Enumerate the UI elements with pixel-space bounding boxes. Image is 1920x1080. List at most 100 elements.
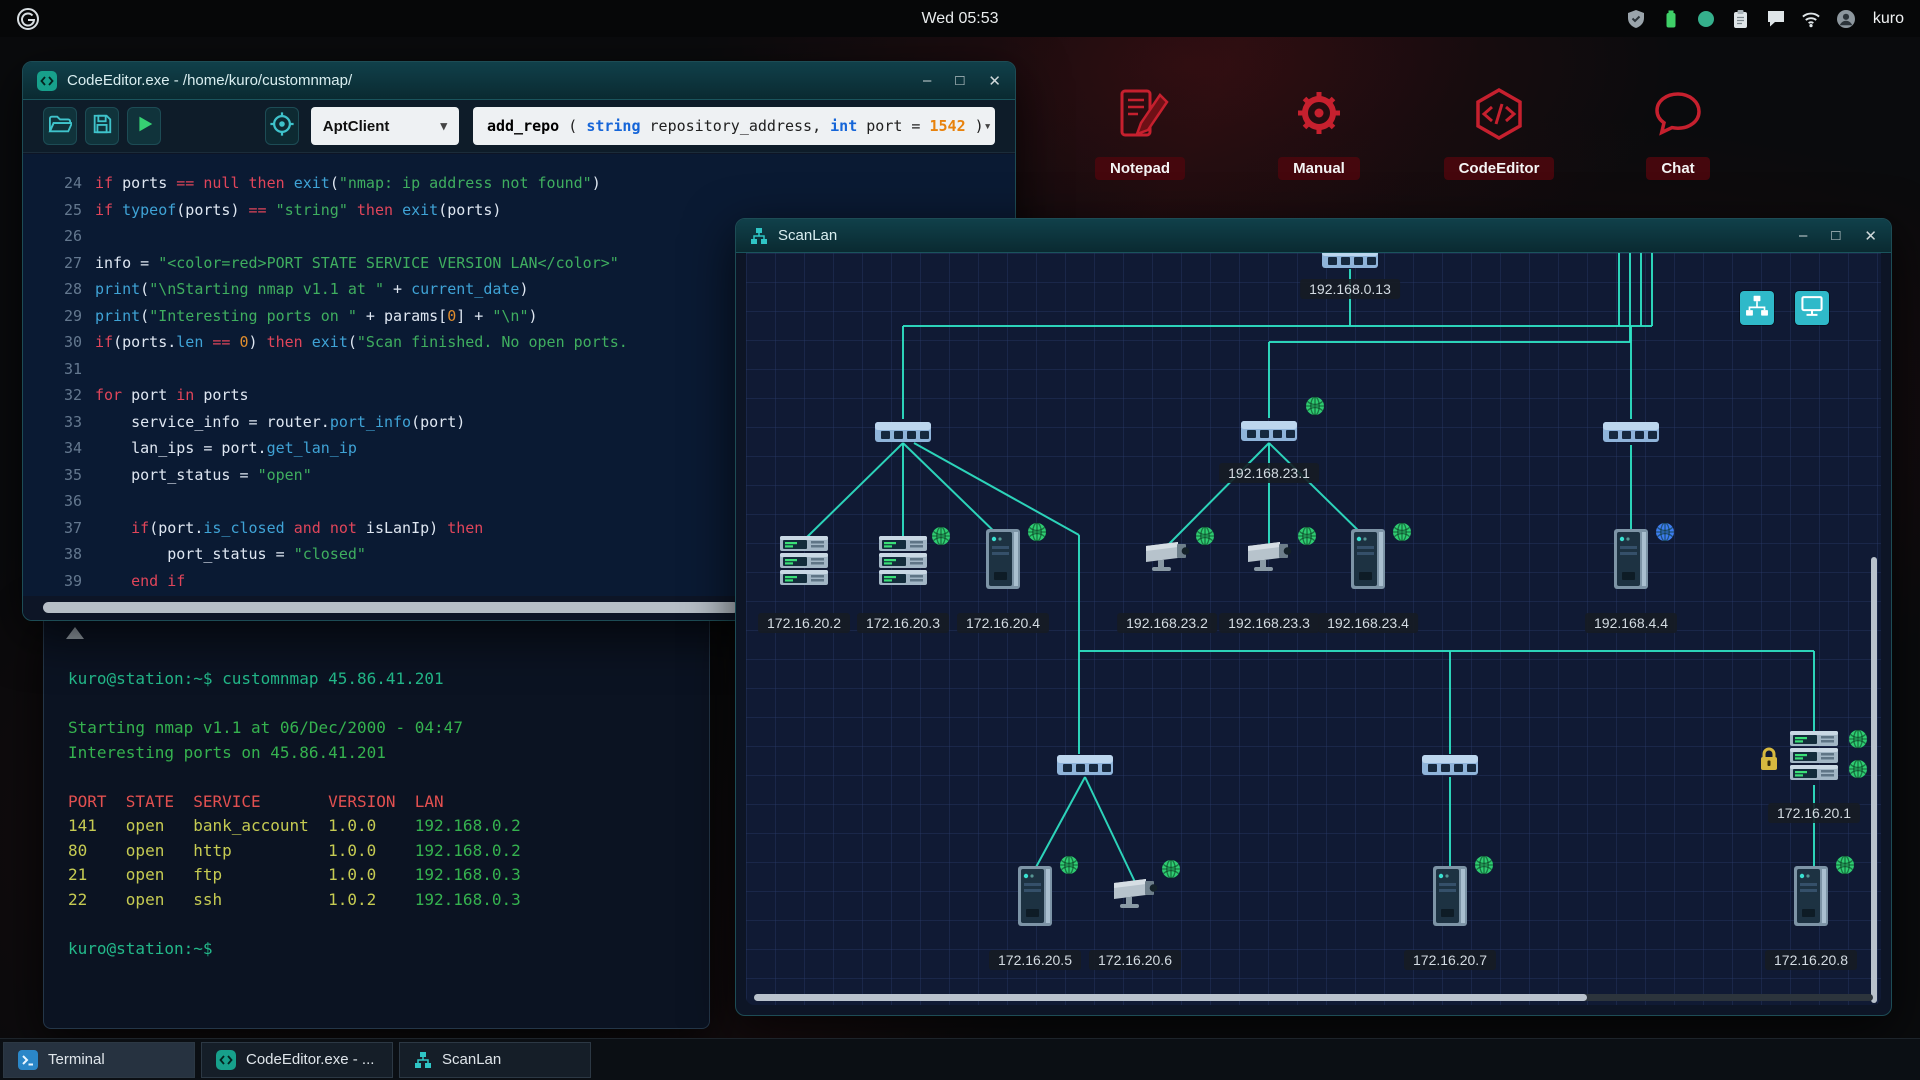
tower-device-node[interactable] xyxy=(1015,865,1055,932)
taskbar-item-label: Terminal xyxy=(48,1051,105,1068)
device-ip-label: 172.16.20.5 xyxy=(989,950,1081,970)
switch-device-node[interactable] xyxy=(874,419,932,450)
os-logo-icon xyxy=(16,7,40,31)
device-ip-label: 172.16.20.8 xyxy=(1765,950,1857,970)
device-ip-label: 192.168.23.1 xyxy=(1219,463,1319,483)
camera-device-node[interactable] xyxy=(1143,540,1191,579)
close-button[interactable]: ✕ xyxy=(1864,227,1877,245)
terminal-line xyxy=(68,692,701,717)
tower-device-node[interactable] xyxy=(1791,865,1831,932)
maximize-button[interactable]: □ xyxy=(955,72,964,90)
switch-device-node[interactable] xyxy=(1240,418,1298,449)
server-device-node[interactable] xyxy=(780,536,828,593)
tower-device-node[interactable] xyxy=(1348,528,1388,595)
terminal-line xyxy=(68,912,701,937)
minimize-button[interactable]: – xyxy=(1799,227,1807,245)
device-ip-label: 172.16.20.2 xyxy=(758,613,850,633)
desktop-icon-manual[interactable]: Manual xyxy=(1244,86,1394,180)
vertical-scrollbar-thumb[interactable] xyxy=(1871,557,1877,1003)
topology-view-button[interactable] xyxy=(1740,291,1774,325)
user-avatar-icon[interactable] xyxy=(1836,9,1856,29)
top-bar: Wed 05:53 kuro xyxy=(0,0,1920,37)
connect-target-button[interactable] xyxy=(265,107,299,145)
clipboard-icon[interactable] xyxy=(1731,9,1751,29)
manual-icon xyxy=(1283,137,1355,154)
desktop-icon-label: Notepad xyxy=(1095,157,1185,180)
tower-device-node[interactable] xyxy=(983,528,1023,595)
status-indicator-icon[interactable] xyxy=(1696,9,1716,29)
notepad-icon xyxy=(1104,137,1176,154)
taskbar-item-scanlan[interactable]: ScanLan xyxy=(399,1042,591,1078)
minimize-button[interactable]: – xyxy=(923,72,931,90)
device-ip-label: 172.16.20.1 xyxy=(1768,803,1860,823)
switch-device-node[interactable] xyxy=(1421,752,1479,783)
code-line: 24if ports == null then exit("nmap: ip a… xyxy=(23,170,1015,197)
autocomplete-hint[interactable]: add_repo ( string repository_address, in… xyxy=(473,107,995,145)
tower-device-node[interactable] xyxy=(1430,865,1470,932)
taskbar: Terminal CodeEditor.exe - ... ScanLan xyxy=(0,1038,1920,1080)
desktop-icon-notepad[interactable]: Notepad xyxy=(1065,86,1215,180)
code-editor-window-icon xyxy=(37,71,57,91)
taskbar-item-terminal[interactable]: Terminal xyxy=(3,1042,195,1078)
scrollbar-thumb[interactable] xyxy=(43,602,739,613)
device-ip-label: 192.168.4.4 xyxy=(1585,613,1677,633)
network-map[interactable]: 192.168.0.13 192.168.23.1 172.16.20.2 172.1… xyxy=(746,253,1881,1005)
chat-icon[interactable] xyxy=(1766,9,1786,29)
taskbar-item-codeeditor[interactable]: CodeEditor.exe - ... xyxy=(201,1042,393,1078)
internet-globe-icon xyxy=(1059,855,1079,875)
chat-bubble-icon xyxy=(1642,137,1714,154)
shield-icon[interactable] xyxy=(1626,9,1646,29)
terminal-output[interactable]: kuro@station:~$ customnmap 45.86.41.201 … xyxy=(68,667,701,1022)
tower-device-node[interactable] xyxy=(1611,528,1651,595)
camera-device-node[interactable] xyxy=(1245,540,1293,579)
scanlan-titlebar[interactable]: ScanLan – □ ✕ xyxy=(736,219,1891,253)
terminal-window[interactable]: kuro@station:~$ customnmap 45.86.41.201 … xyxy=(43,614,710,1029)
device-ip-label: 192.168.0.13 xyxy=(1300,279,1400,299)
crosshair-icon xyxy=(269,111,295,142)
terminal-line: 141openbank_account1.0.0192.168.0.2 xyxy=(68,814,701,839)
terminal-line: Starting nmap v1.1 at 06/Dec/2000 - 04:4… xyxy=(68,716,701,741)
device-ip-label: 172.16.20.6 xyxy=(1089,950,1181,970)
window-title: CodeEditor.exe - /home/kuro/customnmap/ xyxy=(67,72,352,89)
taskbar-item-label: ScanLan xyxy=(442,1051,501,1068)
code-editor-titlebar[interactable]: CodeEditor.exe - /home/kuro/customnmap/ … xyxy=(23,62,1015,100)
terminal-icon xyxy=(18,1050,38,1070)
device-ip-label: 172.16.20.7 xyxy=(1404,950,1496,970)
horizontal-scrollbar-thumb[interactable] xyxy=(754,994,1587,1001)
lock-icon xyxy=(1758,747,1780,773)
internet-globe-icon xyxy=(1195,526,1215,546)
switch-device-node[interactable] xyxy=(1056,752,1114,783)
desktop-icon-chat[interactable]: Chat xyxy=(1603,86,1753,180)
switch-device-node[interactable] xyxy=(1321,253,1379,276)
maximize-button[interactable]: □ xyxy=(1831,227,1840,245)
scroll-up-arrow[interactable] xyxy=(66,627,84,639)
internet-globe-icon xyxy=(1161,859,1181,879)
internet-globe-icon xyxy=(1655,522,1675,542)
internet-globe-icon xyxy=(1297,526,1317,546)
switch-device-node[interactable] xyxy=(1602,419,1660,450)
desktop-icon-codeeditor[interactable]: CodeEditor xyxy=(1424,86,1574,180)
chevron-down-icon: ▾ xyxy=(984,119,992,134)
camera-device-node[interactable] xyxy=(1111,877,1159,916)
library-dropdown[interactable]: AptClient ▾ xyxy=(311,107,459,145)
internet-globe-icon xyxy=(1848,729,1868,749)
run-button[interactable] xyxy=(127,107,161,145)
desktop-icon-label: CodeEditor xyxy=(1444,157,1555,180)
wifi-icon[interactable] xyxy=(1801,9,1821,29)
desktop-icon-label: Chat xyxy=(1646,157,1709,180)
monitor-icon xyxy=(1799,293,1825,324)
username-label: kuro xyxy=(1873,10,1904,28)
server-device-node[interactable] xyxy=(1790,731,1838,788)
open-file-button[interactable] xyxy=(43,107,77,145)
internet-globe-icon xyxy=(1027,522,1047,542)
terminal-line: kuro@station:~$ customnmap 45.86.41.201 xyxy=(68,667,701,692)
battery-icon[interactable] xyxy=(1661,9,1681,29)
device-ip-label: 172.16.20.4 xyxy=(957,613,1049,633)
server-device-node[interactable] xyxy=(879,536,927,593)
scanlan-window-icon xyxy=(750,227,768,245)
save-button[interactable] xyxy=(85,107,119,145)
code-editor-icon xyxy=(216,1050,236,1070)
terminal-line: 21openftp1.0.0192.168.0.3 xyxy=(68,863,701,888)
remote-display-button[interactable] xyxy=(1795,291,1829,325)
close-button[interactable]: ✕ xyxy=(988,72,1001,90)
